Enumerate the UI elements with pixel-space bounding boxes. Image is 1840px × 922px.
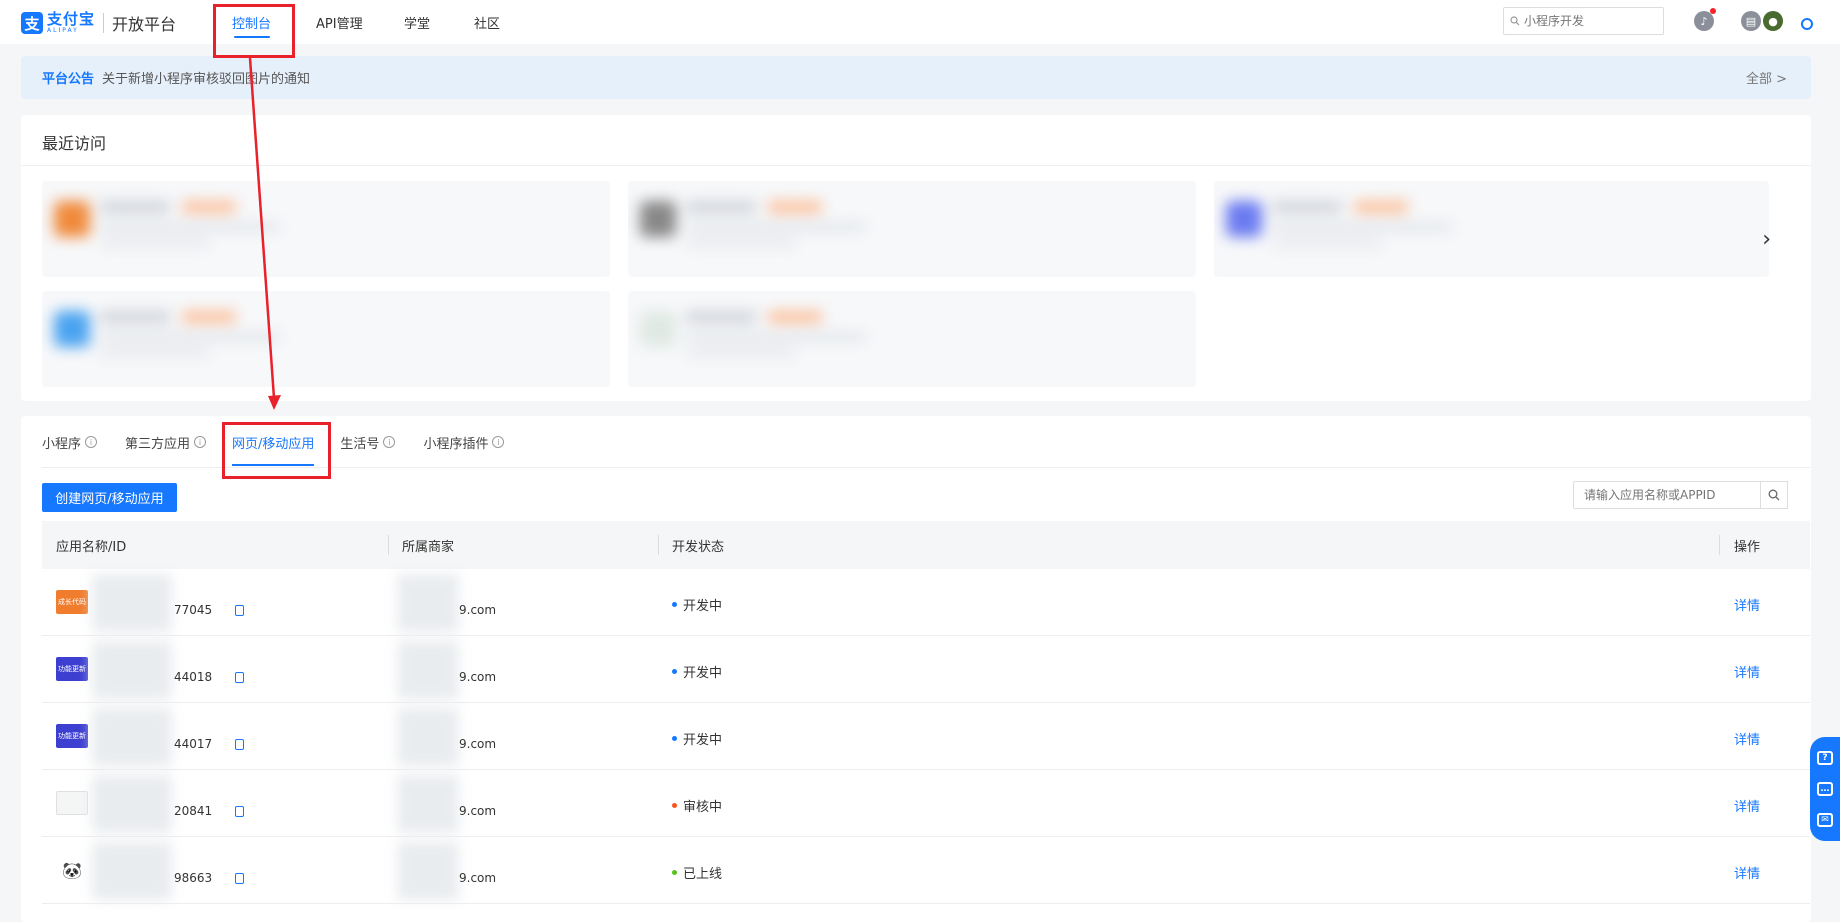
notice-tag: 平台公告 [42, 72, 95, 87]
notice-all-link[interactable]: 全部 > [1746, 68, 1787, 87]
info-icon[interactable]: i [492, 436, 505, 448]
merchant-name: 9.com [459, 737, 497, 751]
avatar[interactable]: ● [1763, 11, 1783, 31]
notice-text[interactable]: 关于新增小程序审核驳回图片的通知 [102, 68, 310, 87]
detail-link[interactable]: 详情 [1734, 796, 1760, 815]
tab-active-underline [232, 464, 315, 466]
detail-link[interactable]: 详情 [1734, 595, 1760, 614]
detail-link[interactable]: 详情 [1734, 863, 1760, 882]
tab-mini-program[interactable]: 小程序 i [42, 416, 98, 468]
app-id: 20841 [174, 804, 213, 818]
logo-text-cn: 支付宝 [47, 10, 96, 28]
top-search-box[interactable] [1503, 7, 1664, 35]
status-badge: 开发中 [672, 729, 722, 748]
nav-console[interactable]: 控制台 [232, 0, 271, 44]
search-icon [1510, 16, 1520, 26]
recent-app-card[interactable] [628, 181, 1196, 277]
mail-icon[interactable]: ✉ [1817, 812, 1833, 827]
table-header: 应用名称/ID 所属商家 开发状态 操作 [42, 521, 1810, 569]
app-thumbnail: 功能更新 [56, 657, 88, 681]
app-search-input[interactable] [1573, 481, 1761, 509]
tabs-divider [42, 467, 1810, 468]
nav-api-management[interactable]: API管理 [316, 0, 363, 44]
logo-divider [103, 13, 105, 33]
info-icon[interactable]: i [383, 436, 396, 448]
alipay-logo[interactable]: 支 支付宝 ALIPAY 开放平台 [21, 11, 176, 35]
apps-panel: 小程序 i 第三方应用 i 网页/移动应用 生活号 i 小程序插件 i 创建网页/移动应… [21, 416, 1811, 922]
status-badge: 审核中 [672, 796, 722, 815]
table-row: 成长代码 77045 9.com 开发中 详情 [42, 569, 1810, 636]
recent-divider [21, 165, 1811, 166]
nav-community[interactable]: 社区 [474, 0, 500, 44]
chat-icon[interactable]: … [1817, 781, 1833, 796]
app-id: 44017 [174, 737, 213, 751]
status-dot [672, 870, 677, 875]
recent-visits-title: 最近访问 [42, 134, 107, 153]
status-dot [672, 736, 677, 741]
column-header-merchant: 所属商家 [402, 539, 455, 555]
info-icon[interactable]: i [85, 436, 98, 448]
create-web-mobile-app-button[interactable]: 创建网页/移动应用 [42, 483, 177, 512]
column-header-app-name: 应用名称/ID [56, 539, 127, 555]
detail-link[interactable]: 详情 [1734, 729, 1760, 748]
tab-mini-program-plugin[interactable]: 小程序插件 i [423, 416, 505, 468]
status-dot [672, 669, 677, 674]
app-thumbnail: 功能更新 [56, 724, 88, 748]
column-header-dev-status: 开发状态 [672, 539, 725, 555]
status-badge: 已上线 [672, 863, 722, 882]
column-header-actions: 操作 [1734, 539, 1761, 555]
tab-web-mobile-app[interactable]: 网页/移动应用 [232, 416, 315, 468]
copy-icon[interactable] [235, 739, 244, 750]
table-row: 功能更新 44018 9.com 开发中 详情 [42, 636, 1810, 703]
merchant-name: 9.com [459, 603, 497, 617]
app-thumbnail [56, 791, 88, 815]
chevron-right-icon[interactable]: › [1762, 227, 1771, 252]
status-dot [672, 803, 677, 808]
bell-icon[interactable]: ♪ [1694, 11, 1714, 31]
recent-visits-card: 最近访问 › [21, 115, 1811, 401]
detail-link[interactable]: 详情 [1734, 662, 1760, 681]
top-search-input[interactable] [1524, 14, 1654, 28]
status-dot [672, 602, 677, 607]
platform-notice-bar[interactable]: 平台公告 关于新增小程序审核驳回图片的通知 全部 > [21, 56, 1811, 99]
app-type-tabs: 小程序 i 第三方应用 i 网页/移动应用 生活号 i 小程序插件 i [42, 416, 532, 468]
tab-third-party-app[interactable]: 第三方应用 i [125, 416, 207, 468]
app-search-button[interactable] [1760, 481, 1788, 509]
tab-life-account[interactable]: 生活号 i [340, 416, 396, 468]
panda-icon: 🐼 [56, 858, 88, 882]
search-icon [1768, 489, 1780, 501]
platform-title: 开放平台 [112, 15, 177, 34]
app-thumbnail: 成长代码 [56, 590, 88, 614]
nav-active-underline [233, 36, 270, 38]
alipay-logo-icon: 支 [21, 12, 43, 34]
merchant-name: 9.com [459, 670, 497, 684]
top-bar: 支 支付宝 ALIPAY 开放平台 控制台 API管理 学堂 社区 ♪ ▤ ● [0, 0, 1840, 44]
info-icon[interactable]: i [194, 436, 207, 448]
account-icon[interactable]: ▤ [1741, 11, 1761, 31]
recent-app-card[interactable] [1214, 181, 1769, 277]
app-id: 77045 [174, 603, 213, 617]
app-id: 44018 [174, 670, 213, 684]
copy-icon[interactable] [235, 672, 244, 683]
settings-icon[interactable] [1801, 18, 1813, 30]
merchant-name: 9.com [459, 871, 497, 885]
table-row: 20841 9.com 审核中 详情 [42, 770, 1810, 837]
notification-dot [1710, 8, 1716, 14]
status-badge: 开发中 [672, 662, 722, 681]
help-icon[interactable]: ? [1817, 751, 1833, 766]
merchant-name: 9.com [459, 804, 497, 818]
nav-academy[interactable]: 学堂 [404, 0, 430, 44]
copy-icon[interactable] [235, 605, 244, 616]
floating-help-bar: ? … ✉ [1810, 737, 1840, 841]
app-id: 98663 [174, 871, 213, 885]
logo-text-en: ALIPAY [47, 27, 79, 34]
copy-icon[interactable] [235, 873, 244, 884]
copy-icon[interactable] [235, 806, 244, 817]
table-row: 🐼 98663 9.com 已上线 详情 [42, 837, 1810, 904]
recent-app-card[interactable] [42, 291, 610, 387]
status-badge: 开发中 [672, 595, 722, 614]
recent-app-card[interactable] [42, 181, 610, 277]
recent-app-card[interactable] [628, 291, 1196, 387]
table-row: 功能更新 44017 9.com 开发中 详情 [42, 703, 1810, 770]
